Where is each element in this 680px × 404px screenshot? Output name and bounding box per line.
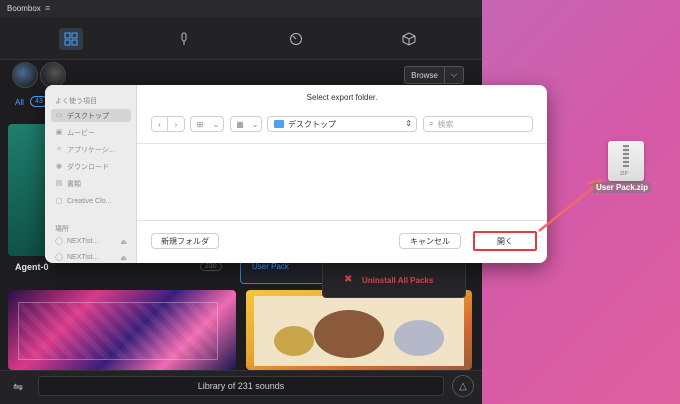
cube-icon[interactable]: [397, 28, 421, 50]
disk-icon: ◯: [55, 237, 63, 245]
apps-icon: ✧: [56, 145, 62, 153]
warning-icon[interactable]: △: [452, 375, 474, 397]
desktop-file-name[interactable]: User Pack.zip: [593, 182, 652, 193]
mic-icon[interactable]: [172, 28, 196, 50]
sidebar-item-applications[interactable]: ✧ アプリケーシ...: [51, 143, 131, 156]
folder-location-select[interactable]: デスクトップ ⇕: [267, 116, 417, 132]
folder-icon: [274, 120, 284, 128]
tab-all[interactable]: All: [15, 98, 24, 107]
forward-icon[interactable]: ›: [168, 117, 184, 131]
cancel-button[interactable]: キャンセル: [399, 233, 461, 249]
artwork-shape: [314, 310, 384, 358]
app-navbar: [0, 18, 482, 60]
artwork-shape: [394, 320, 444, 356]
sidebar-item-label: NEXTist...: [67, 238, 99, 245]
dial-icon[interactable]: [284, 28, 308, 50]
sidebar-item-creative-cloud[interactable]: ▢ Creative Clo...: [51, 195, 131, 208]
download-icon: ◉: [55, 162, 63, 170]
sidebar-heading-locations: 場所: [55, 226, 69, 233]
dialog-title: Select export folder.: [306, 93, 378, 102]
movie-icon: ▣: [55, 128, 63, 136]
nav-back-forward: ‹ ›: [151, 116, 185, 132]
file-badge: ZIP: [620, 171, 628, 177]
artwork-frame: [18, 302, 218, 360]
uninstall-all-packs-item[interactable]: ✖ Uninstall All Packs: [344, 275, 433, 285]
trash-icon: ✖: [344, 274, 353, 285]
desktop-icon: ▭: [55, 111, 63, 119]
chevron-down-icon: ⌄: [251, 119, 259, 129]
sidebar-item-downloads[interactable]: ◉ ダウンロード: [51, 160, 131, 173]
pack-card-agent[interactable]: [8, 124, 48, 256]
sidebar-item-disk[interactable]: ◯ NEXTist... ⏏: [51, 251, 131, 263]
sidebar-item-label: Creative Clo...: [67, 198, 112, 205]
sidebar-item-documents[interactable]: ▤ 書類: [51, 177, 131, 190]
artwork-frame: [254, 296, 464, 366]
chevron-down-icon[interactable]: ⌵: [445, 67, 463, 83]
disk-icon: ◯: [55, 253, 63, 261]
divider: [137, 143, 547, 144]
cloud-icon: ▢: [55, 197, 63, 205]
avatar[interactable]: [12, 62, 38, 88]
pack-card-count: 230: [200, 262, 222, 271]
browse-label: Browse: [405, 67, 445, 83]
group-by-control[interactable]: ▦ ⌄: [230, 116, 262, 132]
group-icon: ▦: [236, 119, 244, 129]
eject-icon[interactable]: ⏏: [120, 238, 127, 246]
sidebar-item-desktop[interactable]: ▭ デスクトップ: [51, 109, 131, 122]
zipper-icon: [623, 145, 629, 169]
sidebar-item-label: アプリケーシ...: [67, 146, 115, 154]
sidebar-item-disk[interactable]: ◯ NEXTist... ⏏: [51, 235, 131, 248]
app-titlebar: Boombox ≡: [0, 0, 482, 18]
view-mode-control[interactable]: ⊞ ⌄: [190, 116, 224, 132]
uninstall-label: Uninstall All Packs: [362, 275, 434, 285]
settings-sliders-icon[interactable]: ⇋: [8, 377, 28, 397]
artwork-shape: [274, 326, 314, 356]
pack-card-title: User Pack: [252, 262, 289, 271]
open-button[interactable]: 開く: [473, 231, 537, 251]
search-icon: ⌕: [429, 119, 434, 128]
search-field[interactable]: ⌕ 検索: [423, 116, 533, 132]
icon-view-icon: ⊞: [196, 119, 204, 129]
updown-chevron-icon: ⇕: [405, 119, 412, 128]
dialog-sidebar: よく使う項目 ▭ デスクトップ ▣ ムービー ✧ アプリケーシ... ◉ ダウン…: [45, 85, 137, 263]
chevron-down-icon: ⌄: [212, 119, 220, 129]
zip-file-icon[interactable]: ZIP: [608, 141, 644, 181]
library-status: Library of 231 sounds: [38, 376, 444, 396]
divider: [137, 220, 547, 221]
app-title: Boombox: [7, 4, 41, 13]
pack-card-title: Agent-0: [15, 262, 49, 272]
folder-name: デスクトップ: [288, 119, 336, 129]
export-folder-dialog: よく使う項目 ▭ デスクトップ ▣ ムービー ✧ アプリケーシ... ◉ ダウン…: [45, 85, 547, 263]
sidebar-item-label: デスクトップ: [67, 112, 109, 120]
sidebar-item-label: 書類: [67, 180, 81, 188]
back-icon[interactable]: ‹: [152, 117, 169, 131]
sidebar-item-label: ムービー: [67, 129, 95, 137]
grid-icon[interactable]: [59, 28, 83, 50]
eject-icon[interactable]: ⏏: [120, 254, 127, 262]
sidebar-item-movies[interactable]: ▣ ムービー: [51, 126, 131, 139]
hamburger-menu-icon[interactable]: ≡: [45, 3, 50, 13]
sidebar-heading-favorites: よく使う項目: [55, 98, 97, 105]
browse-button[interactable]: Browse ⌵: [404, 66, 464, 84]
sidebar-item-label: ダウンロード: [67, 163, 109, 171]
document-icon: ▤: [55, 179, 63, 187]
search-placeholder: 検索: [437, 119, 454, 129]
pack-card-artwork[interactable]: [246, 290, 472, 370]
pack-card-artwork[interactable]: [8, 290, 236, 370]
sidebar-item-label: NEXTist...: [67, 254, 99, 261]
new-folder-button[interactable]: 新規フォルダ: [151, 233, 219, 249]
